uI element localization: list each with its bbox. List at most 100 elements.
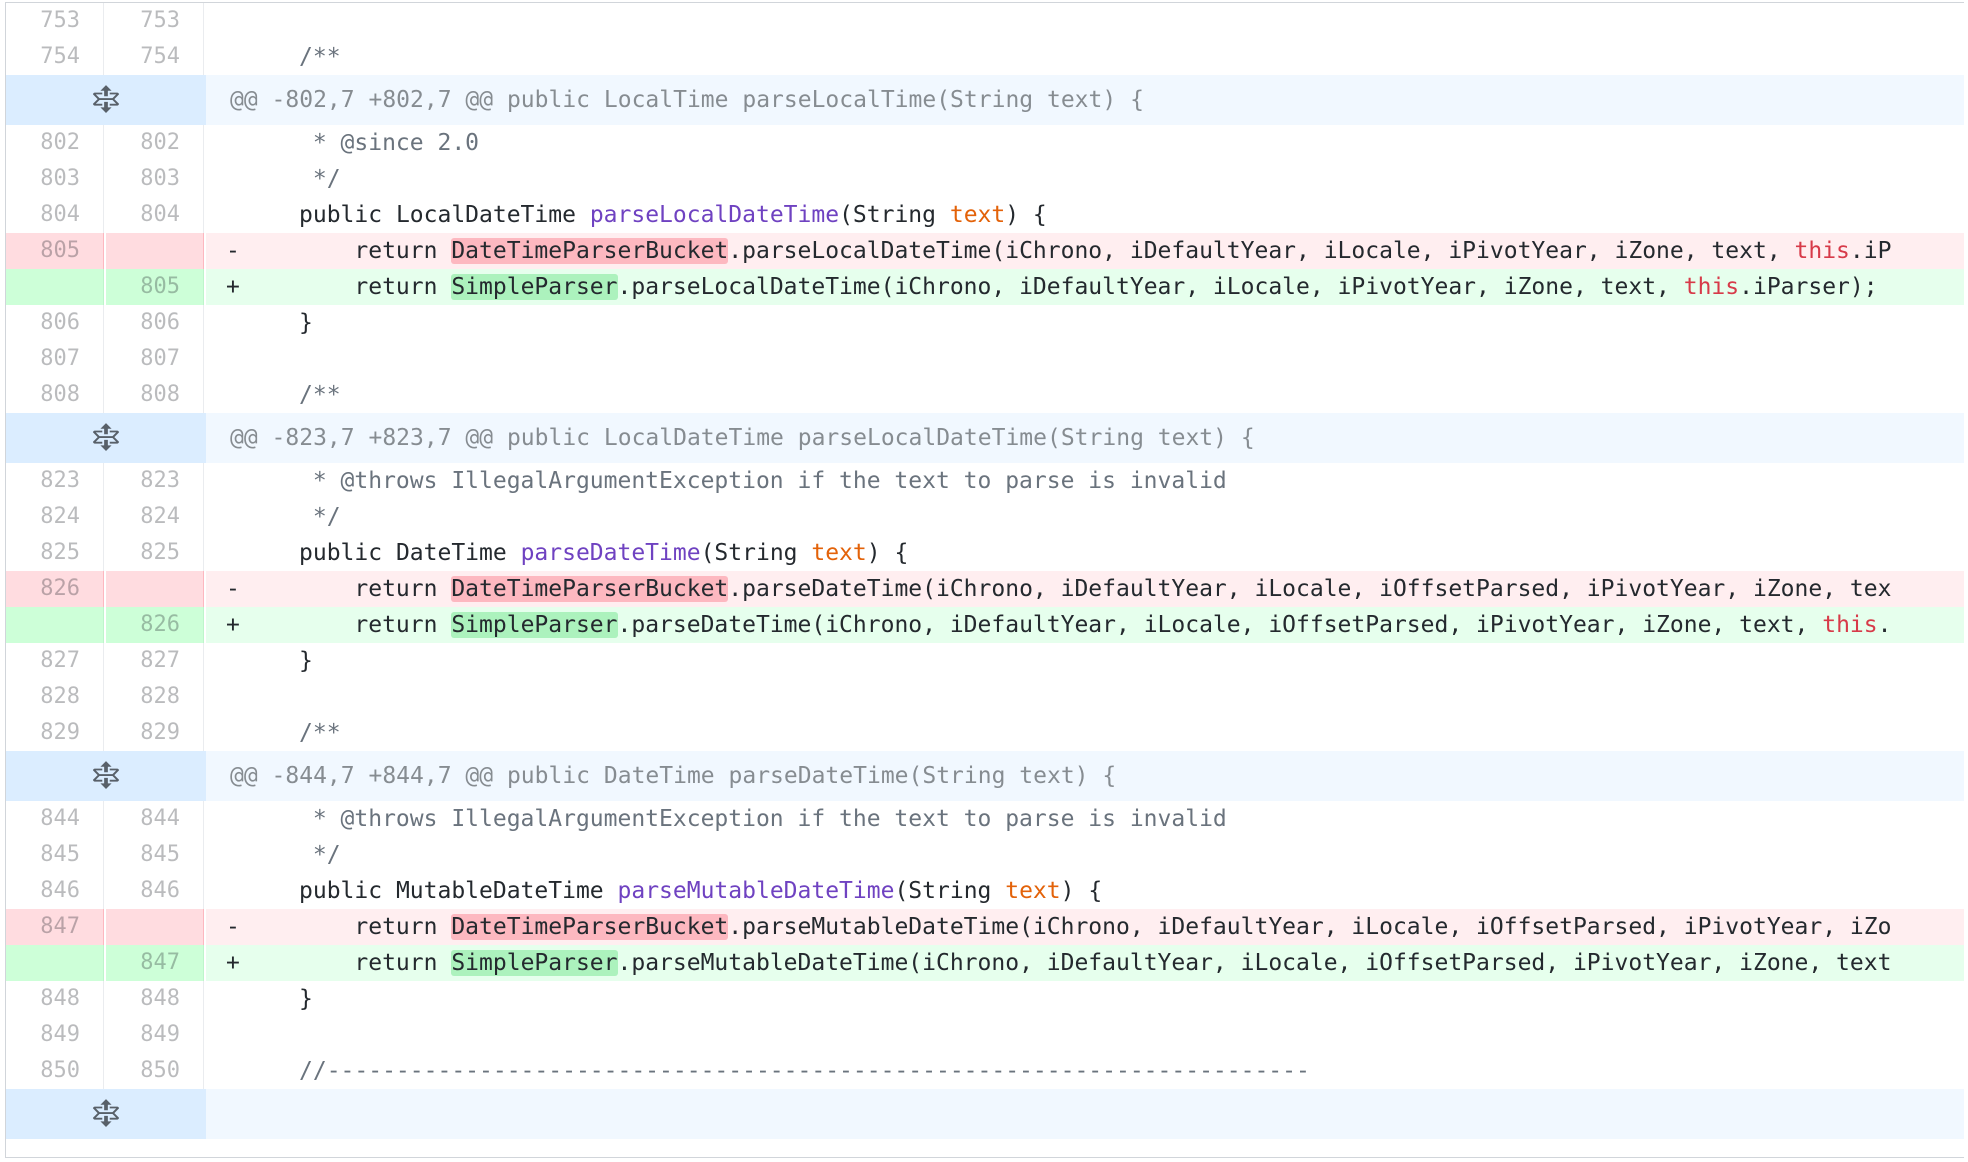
old-line-number[interactable]: [6, 945, 104, 981]
deleted-line: 826 - return DateTimeParserBucket.parseDa…: [6, 571, 1964, 607]
old-line-number[interactable]: 850: [6, 1053, 104, 1089]
new-line-number[interactable]: 803: [106, 161, 204, 197]
new-line-number[interactable]: 848: [106, 981, 204, 1017]
line-code: //--------------------------------------…: [206, 1053, 1964, 1089]
expand-button[interactable]: [6, 751, 207, 801]
new-line-number[interactable]: 824: [106, 499, 204, 535]
code-token: .parseMutableDateTime(iChrono, iDefaultY…: [728, 914, 1892, 940]
old-line-number[interactable]: 803: [6, 161, 104, 197]
unfold-icon[interactable]: [93, 761, 119, 791]
new-line-number[interactable]: 846: [106, 873, 204, 909]
new-line-number[interactable]: 806: [106, 305, 204, 341]
old-line-number[interactable]: 802: [6, 125, 104, 161]
new-line-number[interactable]: 827: [106, 643, 204, 679]
expand-button[interactable]: [6, 413, 207, 463]
old-line-number[interactable]: 848: [6, 981, 104, 1017]
old-line-number[interactable]: 828: [6, 679, 104, 715]
old-line-number[interactable]: 826: [6, 571, 104, 607]
new-line-number[interactable]: 823: [106, 463, 204, 499]
code-token: return: [299, 612, 452, 638]
old-line-number[interactable]: 849: [6, 1017, 104, 1053]
unfold-icon[interactable]: [93, 423, 119, 453]
code-text: return DateTimeParserBucket.parseMutable…: [299, 909, 1891, 945]
line-code: }: [206, 305, 1964, 341]
old-line-number[interactable]: 805: [6, 233, 104, 269]
old-line-number[interactable]: [6, 607, 104, 643]
parameter-token: text: [1005, 878, 1061, 904]
unfold-icon[interactable]: [93, 1099, 119, 1129]
new-line-number[interactable]: 828: [106, 679, 204, 715]
old-line-number[interactable]: 844: [6, 801, 104, 837]
old-line-number[interactable]: 753: [6, 3, 104, 39]
this-keyword-token: this: [1794, 238, 1850, 264]
code-token: .parseDateTime(iChrono, iDefaultYear, iL…: [728, 576, 1892, 602]
old-line-number[interactable]: 807: [6, 341, 104, 377]
hunk-header: @@ -802,7 +802,7 @@ public LocalTime par…: [6, 75, 1964, 125]
code-token: */: [299, 166, 341, 192]
old-line-number[interactable]: 827: [6, 643, 104, 679]
code-token: (String: [839, 202, 950, 228]
line-code: * @throws IllegalArgumentException if th…: [206, 463, 1964, 499]
new-line-number[interactable]: 802: [106, 125, 204, 161]
line-code: + return SimpleParser.parseDateTime(iChr…: [206, 607, 1964, 643]
deleted-line: 847 - return DateTimeParserBucket.parseMu…: [6, 909, 1964, 945]
old-line-number[interactable]: 824: [6, 499, 104, 535]
old-line-number[interactable]: 754: [6, 39, 104, 75]
context-line: 850 850 //--------------------------------…: [6, 1053, 1964, 1089]
hunk-code: [206, 1089, 1964, 1139]
old-line-number[interactable]: 825: [6, 535, 104, 571]
old-line-number[interactable]: 845: [6, 837, 104, 873]
added-line: 805 + return SimpleParser.parseLocalDateT…: [6, 269, 1964, 305]
hunk-text: @@ -802,7 +802,7 @@ public LocalTime par…: [230, 87, 1144, 113]
old-line-number[interactable]: 829: [6, 715, 104, 751]
context-line: 823 823 * @throws IllegalArgumentExceptio…: [6, 463, 1964, 499]
code-text: public MutableDateTime parseMutableDateT…: [299, 873, 1102, 909]
new-line-number[interactable]: 825: [106, 535, 204, 571]
old-line-number[interactable]: 823: [6, 463, 104, 499]
code-token: * @throws IllegalArgumentException if th…: [299, 468, 1227, 494]
new-line-number[interactable]: [106, 233, 204, 269]
new-line-number[interactable]: 845: [106, 837, 204, 873]
new-line-number[interactable]: 808: [106, 377, 204, 413]
new-line-number[interactable]: [106, 909, 204, 945]
added-line: 847 + return SimpleParser.parseMutableDat…: [6, 945, 1964, 981]
line-code: * @since 2.0: [206, 125, 1964, 161]
code-text: return SimpleParser.parseDateTime(iChron…: [299, 607, 1891, 643]
plus-marker: +: [226, 274, 240, 300]
new-line-number[interactable]: 850: [106, 1053, 204, 1089]
new-line-number[interactable]: 805: [106, 269, 204, 305]
context-line: 754 754 /**: [6, 39, 1964, 75]
new-line-number[interactable]: 829: [106, 715, 204, 751]
new-line-number[interactable]: 844: [106, 801, 204, 837]
line-code: public MutableDateTime parseMutableDateT…: [206, 873, 1964, 909]
code-token: .parseLocalDateTime(iChrono, iDefaultYea…: [617, 274, 1684, 300]
old-line-number[interactable]: 847: [6, 909, 104, 945]
new-line-number[interactable]: 826: [106, 607, 204, 643]
minus-marker: -: [226, 576, 240, 602]
line-code: - return DateTimeParserBucket.parseLocal…: [206, 233, 1964, 269]
hunk-code: @@ -844,7 +844,7 @@ public DateTime pars…: [206, 751, 1964, 801]
expand-button[interactable]: [6, 75, 207, 125]
code-text: */: [299, 499, 341, 535]
line-code: }: [206, 981, 1964, 1017]
old-line-number[interactable]: 808: [6, 377, 104, 413]
code-token: }: [299, 310, 313, 336]
new-line-number[interactable]: 847: [106, 945, 204, 981]
expand-button[interactable]: [6, 1089, 207, 1139]
new-line-number[interactable]: 753: [106, 3, 204, 39]
new-line-number[interactable]: [106, 571, 204, 607]
hunk-code: @@ -802,7 +802,7 @@ public LocalTime par…: [206, 75, 1964, 125]
new-line-number[interactable]: 849: [106, 1017, 204, 1053]
old-line-number[interactable]: 804: [6, 197, 104, 233]
old-line-number[interactable]: 806: [6, 305, 104, 341]
new-line-number[interactable]: 804: [106, 197, 204, 233]
code-token: /**: [299, 382, 341, 408]
keyword-token: public: [299, 540, 396, 566]
diff-table: 753 753 754 754 /** @@ -802,7 +802,7 @@ publi…: [5, 2, 1964, 1158]
old-line-number[interactable]: 846: [6, 873, 104, 909]
plus-marker: +: [226, 950, 240, 976]
unfold-icon[interactable]: [93, 85, 119, 115]
old-line-number[interactable]: [6, 269, 104, 305]
new-line-number[interactable]: 807: [106, 341, 204, 377]
new-line-number[interactable]: 754: [106, 39, 204, 75]
